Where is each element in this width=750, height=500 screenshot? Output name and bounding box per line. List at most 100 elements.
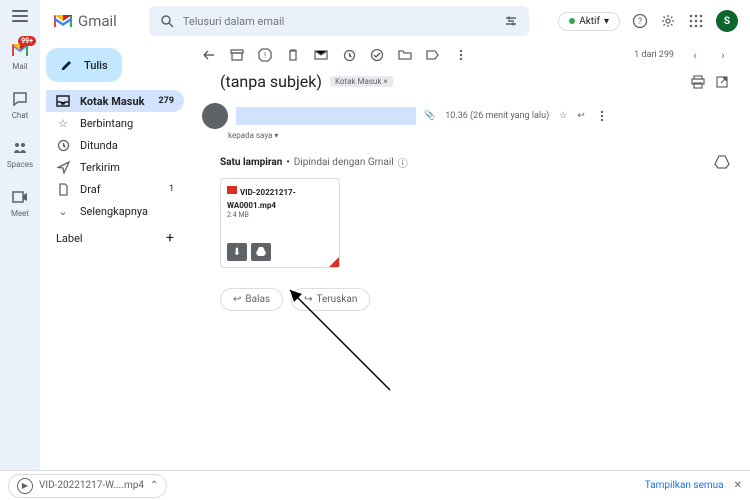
popout-button[interactable] xyxy=(714,74,730,90)
chevron-down-icon: ⌄ xyxy=(56,204,70,218)
forward-button[interactable]: ↪Teruskan xyxy=(291,288,370,311)
sender-to[interactable]: kepada saya ▾ xyxy=(228,131,742,140)
menu-icon[interactable] xyxy=(12,10,28,22)
nav-starred-label: Berbintang xyxy=(80,117,133,130)
move-button[interactable] xyxy=(398,48,412,62)
scanned-text: Dipindai dengan Gmail xyxy=(294,157,394,168)
star-icon: ☆ xyxy=(56,116,70,130)
nav-inbox-label: Kotak Masuk xyxy=(80,95,144,108)
compose-button[interactable]: Tulis xyxy=(46,48,122,82)
main-content: ! 1 dari 299 ‹ › (tanpa subjek) Kotak Ma… xyxy=(190,42,742,470)
add-label-button[interactable]: + xyxy=(166,230,174,246)
attachment-indicator-icon: 📎 xyxy=(424,111,435,121)
next-button[interactable]: › xyxy=(716,48,730,62)
nav-drafts-count: 1 xyxy=(169,184,174,194)
avatar-initial: S xyxy=(724,16,730,27)
gear-icon[interactable] xyxy=(660,13,676,29)
meet-icon xyxy=(10,187,30,207)
more-button[interactable] xyxy=(454,48,468,62)
svg-text:?: ? xyxy=(638,17,642,27)
forward-icon: ↪ xyxy=(304,294,312,305)
drive-all-button[interactable] xyxy=(714,154,730,170)
download-bar: ▶ VID-20221217-W....mp4 ⌃ Tampilkan semu… xyxy=(0,470,750,500)
app-rail: 99+ Mail Chat Spaces Meet xyxy=(0,0,40,500)
prev-button[interactable]: ‹ xyxy=(688,48,702,62)
unread-button[interactable] xyxy=(314,48,328,62)
download-chevron-icon[interactable]: ⌃ xyxy=(150,480,158,491)
nav-snoozed[interactable]: Ditunda xyxy=(46,134,184,156)
attachments-header: Satu lampiran xyxy=(220,157,282,168)
rail-meet[interactable]: Meet xyxy=(10,187,30,218)
search-input[interactable] xyxy=(183,15,495,28)
spam-button[interactable]: ! xyxy=(258,48,272,62)
search-bar[interactable] xyxy=(149,6,529,36)
close-download-bar[interactable]: ✕ xyxy=(734,480,742,491)
message-time: 10.36 (26 menit yang lalu) xyxy=(445,111,549,121)
logo-icon xyxy=(52,13,74,29)
fold-corner-icon xyxy=(329,257,339,267)
rail-spaces[interactable]: Spaces xyxy=(7,138,33,169)
labels-header: Label + xyxy=(46,222,184,254)
subject-text: (tanpa subjek) xyxy=(220,72,322,91)
download-attachment-button[interactable]: ⬇ xyxy=(227,243,247,261)
attachment-size: 2.4 MB xyxy=(227,211,333,219)
message-more-button[interactable] xyxy=(595,109,609,123)
nav-sent-label: Terkirim xyxy=(80,161,120,174)
back-button[interactable] xyxy=(202,48,216,62)
download-filename: VID-20221217-W....mp4 xyxy=(39,480,144,491)
download-item[interactable]: ▶ VID-20221217-W....mp4 ⌃ xyxy=(8,474,167,498)
info-icon[interactable]: ⓘ xyxy=(398,155,408,170)
avatar[interactable]: S xyxy=(716,10,738,32)
rail-mail[interactable]: 99+ Mail xyxy=(10,40,30,71)
print-button[interactable] xyxy=(690,74,706,90)
gmail-logo[interactable]: Gmail xyxy=(52,12,117,30)
sender-name-redacted xyxy=(236,107,416,125)
search-options-icon[interactable] xyxy=(503,13,519,29)
clock-icon xyxy=(56,138,70,152)
reply-icon: ↩ xyxy=(233,294,241,305)
snooze-button[interactable] xyxy=(342,48,356,62)
nav-drafts[interactable]: Draf 1 xyxy=(46,178,184,200)
reply-icon-button[interactable]: ↩ xyxy=(577,111,585,121)
save-drive-button[interactable] xyxy=(251,243,271,261)
rail-chat-label: Chat xyxy=(12,111,29,120)
help-icon[interactable]: ? xyxy=(632,13,648,29)
spaces-icon xyxy=(10,138,30,158)
unread-badge: 99+ xyxy=(18,36,36,46)
video-icon xyxy=(227,186,237,194)
mail-icon: 99+ xyxy=(10,40,30,60)
rail-chat[interactable]: Chat xyxy=(10,89,30,120)
label-button[interactable] xyxy=(426,48,440,62)
attachment-filename: VID-20221217-WA0001.mp4 xyxy=(227,188,296,210)
toolbar: ! 1 dari 299 ‹ › xyxy=(190,42,742,68)
archive-button[interactable] xyxy=(230,48,244,62)
status-button[interactable]: Aktif▾ xyxy=(558,12,620,31)
nav-drafts-label: Draf xyxy=(80,183,101,196)
rail-spaces-label: Spaces xyxy=(7,160,33,169)
task-button[interactable] xyxy=(370,48,384,62)
draft-icon xyxy=(56,182,70,196)
status-dot-icon xyxy=(569,18,575,24)
chevron-down-icon: ▾ xyxy=(604,16,609,27)
nav-starred[interactable]: ☆ Berbintang xyxy=(46,112,184,134)
star-message-button[interactable]: ☆ xyxy=(559,111,567,121)
inbox-icon xyxy=(56,94,70,108)
rail-meet-label: Meet xyxy=(11,209,29,218)
nav-inbox[interactable]: Kotak Masuk 279 xyxy=(46,90,184,112)
attachment-card[interactable]: VID-20221217-WA0001.mp4 2.4 MB ⬇ xyxy=(220,178,340,268)
sidebar: Tulis Kotak Masuk 279 ☆ Berbintang Ditun… xyxy=(40,42,190,470)
pager-text: 1 dari 299 xyxy=(634,50,674,60)
sender-row: 📎 10.36 (26 menit yang lalu) ☆ ↩ xyxy=(190,99,742,133)
nav-more[interactable]: ⌄ Selengkapnya xyxy=(46,200,184,222)
nav-more-label: Selengkapnya xyxy=(80,205,148,218)
logo-text: Gmail xyxy=(78,12,117,30)
reply-button[interactable]: ↩Balas xyxy=(220,288,283,311)
apps-icon[interactable] xyxy=(688,13,704,29)
delete-button[interactable] xyxy=(286,48,300,62)
nav-inbox-count: 279 xyxy=(159,96,175,106)
sender-avatar[interactable] xyxy=(202,103,228,129)
show-all-downloads[interactable]: Tampilkan semua xyxy=(645,480,724,491)
nav-sent[interactable]: Terkirim xyxy=(46,156,184,178)
compose-label: Tulis xyxy=(84,59,108,72)
label-chip[interactable]: Kotak Masuk × xyxy=(330,76,393,87)
